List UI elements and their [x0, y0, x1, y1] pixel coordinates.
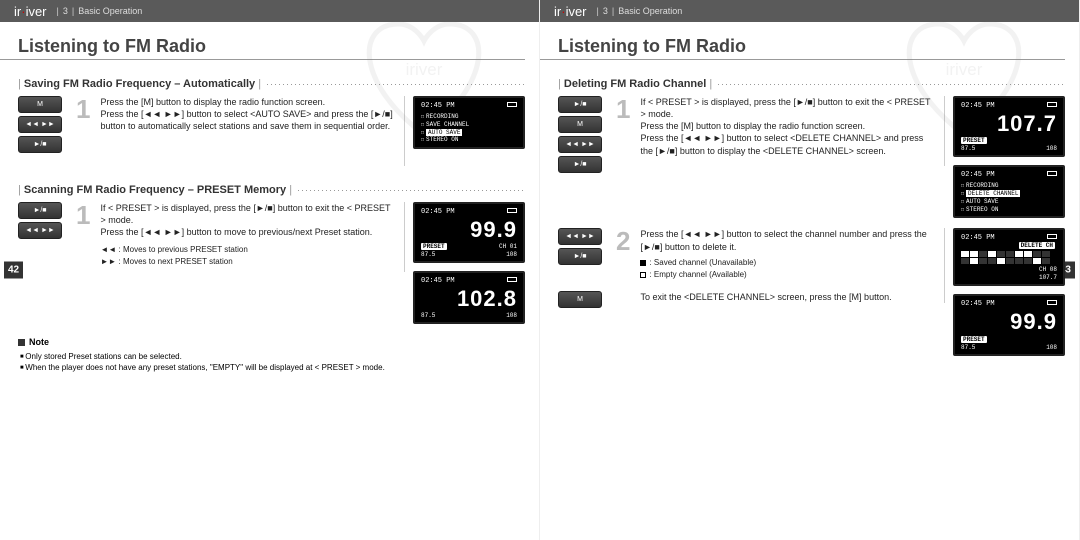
header-section-label: Basic Operation	[78, 6, 142, 16]
header-section-num: 3	[63, 6, 68, 16]
section-title: | Saving FM Radio Frequency – Automatica…	[18, 78, 261, 90]
m-button-icon: M	[18, 96, 62, 113]
section-delete-step2: ◄◄ ►► ►/■ M 2 Press the [◄◄ ►►] button t…	[540, 218, 1079, 355]
step-number: 1	[72, 96, 94, 122]
play-stop-button-icon: ►/■	[18, 136, 62, 153]
hw-button-stack: M ◄◄ ►► ►/■	[18, 96, 64, 153]
page-left: ir·iver | 3 | Basic Operation iriver Lis…	[0, 0, 540, 540]
page-right: ir·iver | 3 | Basic Operation iriver Lis…	[540, 0, 1080, 540]
empty-square-icon	[640, 272, 646, 278]
prev-next-button-icon: ◄◄ ►►	[18, 116, 62, 133]
device-screen: 02:45 PM 102.8 87.5108	[413, 271, 525, 324]
device-screen: 02:45 PM DELETE CH CH 08 107.7	[953, 228, 1065, 286]
section-auto-save: | Saving FM Radio Frequency – Automatica…	[0, 60, 539, 166]
page-title: Listening to FM Radio	[0, 22, 525, 60]
note-box: Note Only stored Preset stations can be …	[18, 336, 525, 373]
section-preset-scan: | Scanning FM Radio Frequency – PRESET M…	[0, 166, 539, 373]
device-screen: 02:45 PM 99.9 PRESETCH 01 87.5108	[413, 202, 525, 263]
device-screen: 02:45 PM □RECORDING □SAVE CHANNEL □AUTO …	[413, 96, 525, 149]
play-stop-button-icon: ►/■	[18, 202, 62, 219]
device-screen: 02:45 PM 107.7 PRESET 87.5108	[953, 96, 1065, 157]
step-text: Press the [M] button to display the radi…	[100, 96, 396, 132]
device-screen: 02:45 PM 99.9 PRESET 87.5108	[953, 294, 1065, 355]
header-sep: |	[57, 6, 59, 16]
dotted-rule	[267, 84, 525, 85]
page-number: 42	[4, 262, 23, 279]
prev-next-button-icon: ◄◄ ►►	[18, 222, 62, 239]
note-icon	[18, 339, 25, 346]
brand-logo: ir·iver	[554, 4, 587, 19]
battery-icon	[507, 102, 517, 107]
brand-logo: ir·iver	[14, 4, 47, 19]
filled-square-icon	[640, 260, 646, 266]
device-screen: 02:45 PM □RECORDING □DELETE CHANNEL □AUT…	[953, 165, 1065, 218]
section-delete-channel: | Deleting FM Radio Channel | ►/■ M ◄◄ ►…	[540, 60, 1079, 218]
header-bar: ir·iver | 3 | Basic Operation	[0, 0, 539, 22]
